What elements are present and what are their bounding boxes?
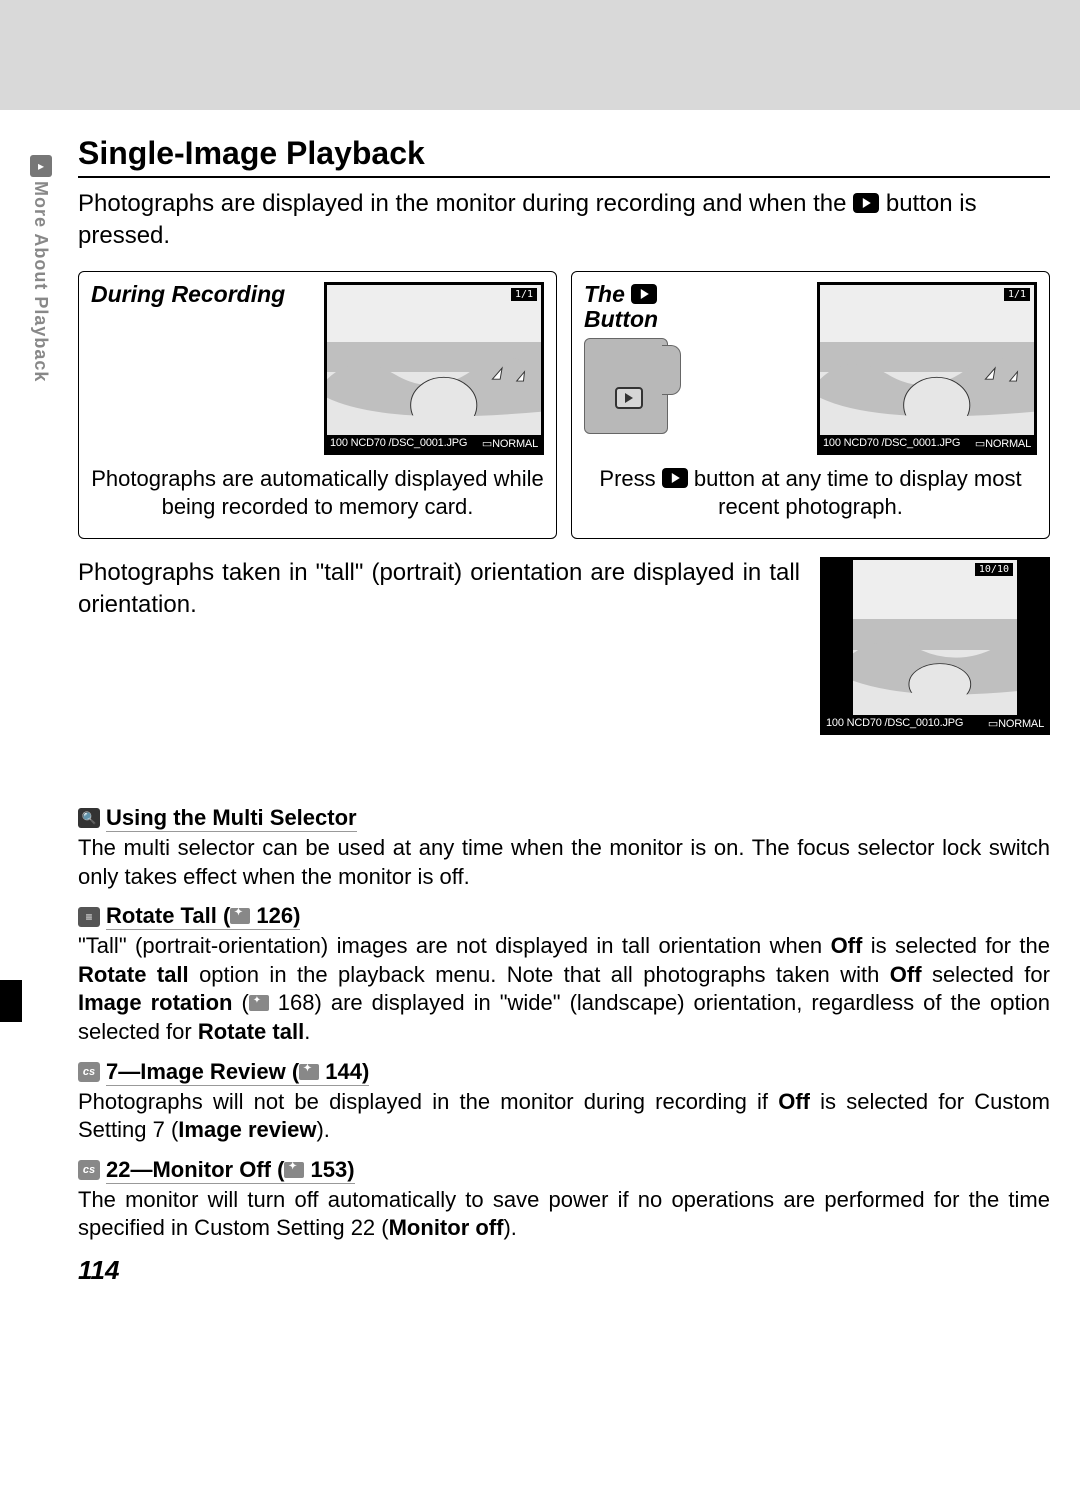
lcd-screen: 1/1 100 NCD70 /DSC_0001.JPG NORMAL	[817, 282, 1037, 455]
menu-icon: ≡	[78, 907, 100, 927]
camera-back-illustration	[584, 338, 668, 434]
intro-text: Photographs are displayed in the monitor…	[78, 188, 1050, 253]
playback-button-icon	[631, 284, 657, 304]
info-bar: 100 NCD70 /DSC_0001.JPG NORMAL	[820, 435, 1034, 452]
note-title: Using the Multi Selector	[106, 805, 357, 832]
note-body: Photographs will not be displayed in the…	[78, 1088, 1050, 1145]
filename: 100 NCD70 /DSC_0001.JPG	[330, 437, 467, 450]
page-ref-icon	[230, 908, 250, 924]
lcd-screen: 1/1 100 NCD70 /DSC_0001.JPG NORMAL	[324, 282, 544, 455]
frame-counter: 10/10	[975, 563, 1013, 576]
info-bar: 100 NCD70 /DSC_0010.JPG NORMAL	[823, 715, 1047, 732]
manual-page: ▸ More About Playback Single-Image Playb…	[0, 0, 1080, 1316]
card-label: The Button	[584, 282, 807, 333]
filename: 100 NCD70 /DSC_0010.JPG	[826, 717, 963, 730]
notes-section: 🔍 Using the Multi Selector The multi sel…	[78, 805, 1050, 1243]
quality-badge: NORMAL	[975, 437, 1031, 450]
note-heading: 🔍 Using the Multi Selector	[78, 805, 1050, 832]
csm-icon: cs	[78, 1062, 100, 1082]
note-title: Rotate Tall ( 126)	[106, 903, 300, 930]
sample-photo: 1/1	[820, 285, 1034, 435]
quality-badge: NORMAL	[482, 437, 538, 450]
note-body: "Tall" (portrait-orientation) images are…	[78, 932, 1050, 1046]
frame-counter: 1/1	[511, 288, 537, 301]
section-tab: ▸ More About Playback	[30, 155, 52, 382]
note-heading: ≡ Rotate Tall ( 126)	[78, 903, 1050, 930]
section-tab-label: More About Playback	[30, 181, 51, 382]
portrait-section: Photographs taken in "tall" (portrait) o…	[78, 557, 1050, 735]
magnify-icon: 🔍	[78, 808, 100, 828]
page-ref-icon	[299, 1064, 319, 1080]
filename: 100 NCD70 /DSC_0001.JPG	[823, 437, 960, 450]
lcd-screen-portrait: 10/10 100 NCD70 /DSC_0010.JPG NORMAL	[820, 557, 1050, 735]
portrait-caption: Photographs taken in "tall" (portrait) o…	[78, 557, 800, 622]
note-heading: cs 22—Monitor Off ( 153)	[78, 1157, 1050, 1184]
thumb-index-mark	[0, 980, 22, 1022]
example-row: During Recording 1/1 100 NCD70 /DSC_0001…	[78, 271, 1050, 539]
card-playback-button: The Button 1/1 10	[571, 271, 1050, 539]
note-title: 7—Image Review ( 144)	[106, 1059, 369, 1086]
card-label: During Recording	[91, 282, 314, 307]
card-caption: Press button at any time to display most…	[584, 465, 1037, 522]
playback-button-icon	[662, 468, 688, 488]
playback-icon: ▸	[30, 155, 52, 177]
sample-photo: 1/1	[327, 285, 541, 435]
playback-button-icon	[853, 193, 879, 213]
sample-photo-portrait: 10/10	[853, 560, 1017, 715]
card-caption: Photographs are automatically displayed …	[91, 465, 544, 522]
note-heading: cs 7—Image Review ( 144)	[78, 1059, 1050, 1086]
quality-badge: NORMAL	[988, 717, 1044, 730]
camera-playback-button	[615, 387, 643, 409]
note-body: The multi selector can be used at any ti…	[78, 834, 1050, 891]
frame-counter: 1/1	[1004, 288, 1030, 301]
info-bar: 100 NCD70 /DSC_0001.JPG NORMAL	[327, 435, 541, 452]
page-title: Single-Image Playback	[78, 135, 1050, 178]
card-during-recording: During Recording 1/1 100 NCD70 /DSC_0001…	[78, 271, 557, 539]
csm-icon: cs	[78, 1160, 100, 1180]
note-body: The monitor will turn off automatically …	[78, 1186, 1050, 1243]
page-ref-icon	[284, 1162, 304, 1178]
page-number: 114	[78, 1255, 1050, 1286]
note-title: 22—Monitor Off ( 153)	[106, 1157, 355, 1184]
page-ref-icon	[249, 995, 269, 1011]
